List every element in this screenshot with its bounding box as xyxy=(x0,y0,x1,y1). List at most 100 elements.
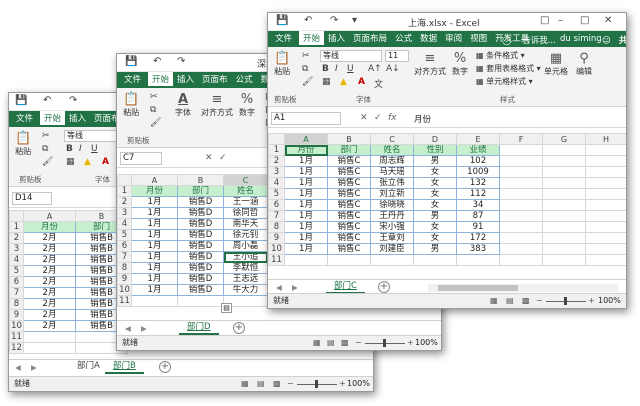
data-cell[interactable]: 销售D xyxy=(177,251,224,263)
row-header[interactable]: 10 xyxy=(9,320,24,332)
maximize-icon[interactable]: □ xyxy=(580,15,589,26)
empty-cell[interactable] xyxy=(499,177,543,189)
editing-button[interactable]: ⚲ 编辑 xyxy=(576,51,592,77)
data-cell[interactable]: 王小追 xyxy=(223,251,268,263)
row-header[interactable]: 9 xyxy=(9,309,24,321)
column-header[interactable]: A xyxy=(284,133,328,145)
paste-button[interactable]: 📋 粘贴 xyxy=(274,51,290,77)
tab-file[interactable]: 文件 xyxy=(268,31,299,45)
zoom-level[interactable]: 100% xyxy=(415,336,438,350)
prev-sheet-icon[interactable]: ◀ xyxy=(125,324,131,333)
data-cell[interactable]: 2月 xyxy=(23,254,76,266)
empty-cell[interactable] xyxy=(499,199,543,211)
number-button[interactable]: % 数字 xyxy=(452,51,468,77)
tab-page-layout[interactable]: 页面布 xyxy=(198,72,232,86)
column-header[interactable]: F xyxy=(499,133,543,145)
zoom-in-icon[interactable]: + xyxy=(407,336,414,350)
empty-cell[interactable] xyxy=(585,144,626,156)
data-cell[interactable]: 1月 xyxy=(131,284,178,296)
column-header[interactable]: C xyxy=(223,174,268,186)
bold-button[interactable]: B xyxy=(66,144,73,154)
empty-cell[interactable] xyxy=(542,166,586,178)
data-cell[interactable]: 女 xyxy=(413,177,457,189)
data-cell[interactable]: 销售C xyxy=(327,155,371,167)
empty-cell[interactable] xyxy=(284,254,328,266)
row-header[interactable]: 3 xyxy=(117,207,132,219)
paste-button[interactable]: 📋 粘贴 xyxy=(15,131,31,157)
data-cell[interactable]: 张立伟 xyxy=(370,177,414,189)
zoom-slider-knob[interactable] xyxy=(315,380,318,388)
data-cell[interactable]: 女 xyxy=(413,232,457,244)
data-cell[interactable]: 销售C xyxy=(327,199,371,211)
row-header[interactable]: 5 xyxy=(9,265,24,277)
font-name-box[interactable]: 等线 xyxy=(320,50,382,62)
empty-cell[interactable] xyxy=(499,166,543,178)
row-header[interactable]: 5 xyxy=(268,188,285,200)
row-header[interactable]: 2 xyxy=(117,196,132,208)
ribbon-display-icon[interactable]: □ xyxy=(540,15,549,26)
data-cell[interactable]: 34 xyxy=(456,199,500,211)
page-break-view-icon[interactable]: ▩ xyxy=(341,336,349,350)
data-cell[interactable]: 女 xyxy=(413,188,457,200)
tab-data[interactable]: 数据 xyxy=(416,31,441,45)
zoom-slider-knob[interactable] xyxy=(564,297,567,305)
data-cell[interactable]: 王丹丹 xyxy=(370,210,414,222)
italic-button[interactable]: I xyxy=(335,64,338,74)
data-cell[interactable]: 销售C xyxy=(327,188,371,200)
data-cell[interactable]: 销售C xyxy=(327,177,371,189)
empty-cell[interactable] xyxy=(585,199,626,211)
add-sheet-icon[interactable]: + xyxy=(378,281,390,293)
data-cell[interactable]: 销售D xyxy=(177,284,224,296)
empty-cell[interactable] xyxy=(499,221,543,233)
data-cell[interactable]: 87 xyxy=(456,210,500,222)
row-header[interactable]: 2 xyxy=(9,232,24,244)
data-cell[interactable]: 1月 xyxy=(284,221,328,233)
data-cell[interactable]: 李默恒 xyxy=(223,262,268,274)
font-button[interactable]: A 字体 xyxy=(175,92,191,118)
shrink-font-icon[interactable]: A↓ xyxy=(386,64,400,74)
empty-cell[interactable] xyxy=(327,254,371,266)
header-cell[interactable]: 月份 xyxy=(131,185,178,197)
header-cell[interactable]: 姓名 xyxy=(223,185,268,197)
zoom-level[interactable]: 100% xyxy=(347,377,370,391)
data-cell[interactable]: 2月 xyxy=(23,265,76,277)
data-cell[interactable]: 刘建臣 xyxy=(370,243,414,255)
zoom-out-icon[interactable]: − xyxy=(536,294,543,308)
data-cell[interactable]: 132 xyxy=(456,177,500,189)
data-cell[interactable]: 销售D xyxy=(177,229,224,241)
column-header[interactable]: B xyxy=(327,133,371,145)
header-cell[interactable]: 部门 xyxy=(177,185,224,197)
header-cell[interactable]: 月份 xyxy=(23,221,76,233)
next-sheet-icon[interactable]: ▶ xyxy=(31,363,37,372)
empty-cell[interactable] xyxy=(542,254,586,266)
empty-cell[interactable] xyxy=(499,155,543,167)
alignment-button[interactable]: ≡ 对齐方式 xyxy=(414,51,446,77)
cells-button[interactable]: ▦ 单元格 xyxy=(544,51,568,77)
save-icon[interactable]: 💾 xyxy=(15,95,27,106)
empty-cell[interactable] xyxy=(499,243,543,255)
empty-cell[interactable] xyxy=(499,210,543,222)
data-cell[interactable]: 男 xyxy=(413,155,457,167)
row-header[interactable]: 1 xyxy=(117,185,132,197)
column-header[interactable]: B xyxy=(177,174,224,186)
empty-cell[interactable] xyxy=(177,295,224,307)
empty-cell[interactable] xyxy=(499,144,543,156)
empty-cell[interactable] xyxy=(542,188,586,200)
empty-cell[interactable] xyxy=(542,232,586,244)
data-cell[interactable]: 383 xyxy=(456,243,500,255)
empty-cell[interactable] xyxy=(499,232,543,244)
data-cell[interactable]: 1月 xyxy=(131,240,178,252)
data-cell[interactable]: 1月 xyxy=(284,232,328,244)
data-cell[interactable]: 1月 xyxy=(284,210,328,222)
insert-function-icon[interactable]: fx xyxy=(388,113,397,123)
data-cell[interactable]: 男 xyxy=(413,243,457,255)
zoom-slider-knob[interactable] xyxy=(383,339,386,347)
page-break-view-icon[interactable]: ▩ xyxy=(273,377,281,391)
row-header[interactable]: 4 xyxy=(9,254,24,266)
formula-input[interactable]: 月份 xyxy=(414,113,431,125)
zoom-out-icon[interactable]: − xyxy=(355,336,362,350)
data-cell[interactable]: 1月 xyxy=(284,177,328,189)
empty-cell[interactable] xyxy=(499,188,543,200)
sheet-tab-b[interactable]: 部门B xyxy=(105,360,144,374)
column-header[interactable]: H xyxy=(585,133,626,145)
